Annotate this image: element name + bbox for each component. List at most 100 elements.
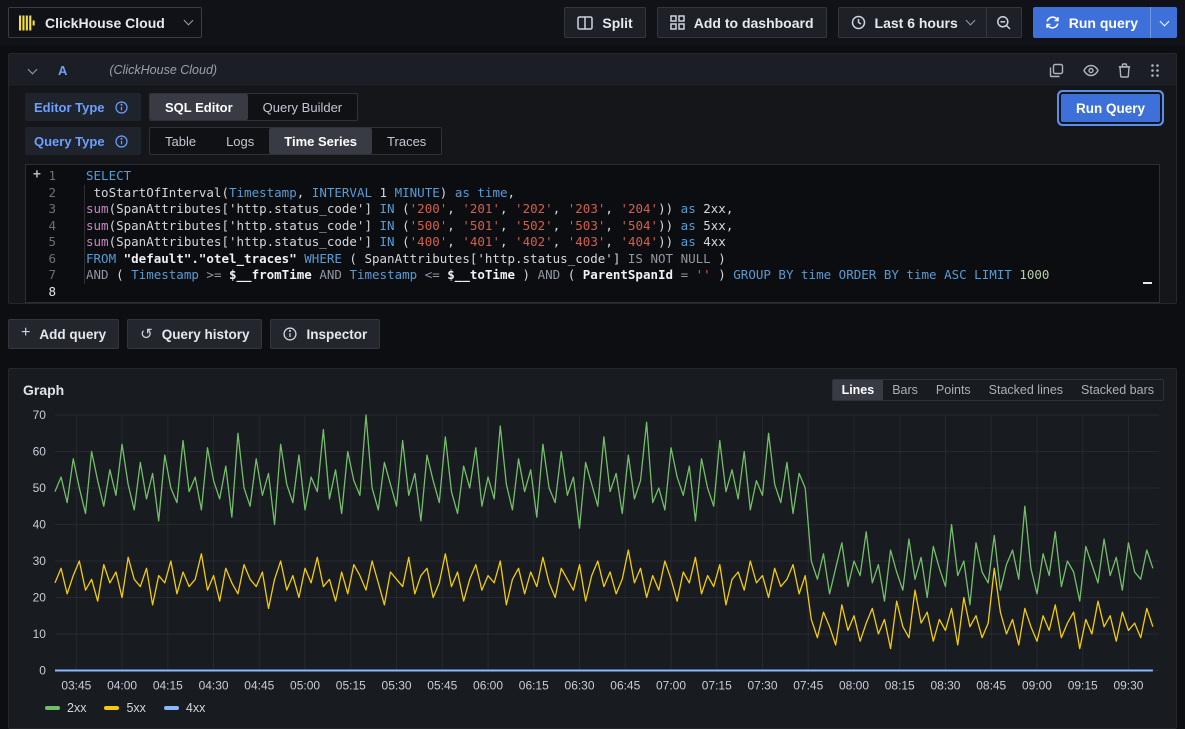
query-type-option-time-series[interactable]: Time Series [269, 128, 372, 154]
svg-text:06:30: 06:30 [565, 678, 595, 692]
code-line: 4sum(SpanAttributes['http.status_code'] … [26, 218, 1159, 235]
query-type-option-traces[interactable]: Traces [372, 128, 441, 154]
legend-item-5xx[interactable]: 5xx [104, 701, 145, 715]
split-button[interactable]: Split [564, 7, 645, 38]
editor-type-option-query-builder[interactable]: Query Builder [248, 94, 357, 120]
drag-handle-icon[interactable] [1150, 63, 1160, 78]
svg-text:05:45: 05:45 [427, 678, 457, 692]
code-line: 7AND ( Timestamp >= $__fromTime AND Time… [26, 267, 1159, 284]
svg-text:0: 0 [39, 664, 46, 678]
run-query-options-button[interactable] [1150, 7, 1177, 38]
svg-text:07:00: 07:00 [656, 678, 686, 692]
chart-area: 01020304050607003:4504:0004:1504:3004:45… [9, 403, 1176, 715]
topbar-actions: Split Add to dashboard Last 6 hours [564, 7, 1177, 38]
panel-title: Graph [23, 382, 64, 398]
info-icon[interactable] [115, 101, 128, 114]
explore-actions: + Add query ↺ Query history Inspector [8, 319, 1177, 349]
query-row-actions [1049, 63, 1160, 78]
code-line: 6FROM "default"."otel_traces" WHERE ( Sp… [26, 251, 1159, 268]
graph-mode-stacked-bars[interactable]: Stacked bars [1072, 380, 1163, 400]
topbar: ClickHouse Cloud Split Add to dashboard [0, 0, 1185, 45]
legend-swatch [164, 706, 179, 710]
eye-icon[interactable] [1083, 64, 1099, 77]
svg-text:06:15: 06:15 [519, 678, 549, 692]
svg-text:05:00: 05:00 [290, 678, 320, 692]
query-history-button[interactable]: ↺ Query history [127, 319, 262, 349]
graph-mode-bars[interactable]: Bars [883, 380, 927, 400]
split-icon [577, 16, 593, 30]
svg-text:08:30: 08:30 [931, 678, 961, 692]
legend-item-2xx[interactable]: 2xx [45, 701, 86, 715]
refresh-icon [1045, 15, 1060, 30]
sql-code-editor[interactable]: + 1SELECT2 toStartOfInterval(Timestamp, … [25, 164, 1160, 303]
svg-text:03:45: 03:45 [61, 678, 91, 692]
svg-text:04:30: 04:30 [199, 678, 229, 692]
editor-type-toggle: SQL EditorQuery Builder [149, 93, 358, 121]
graph-mode-points[interactable]: Points [927, 380, 980, 400]
svg-text:04:45: 04:45 [244, 678, 274, 692]
code-line: 5sum(SpanAttributes['http.status_code'] … [26, 234, 1159, 251]
info-icon[interactable] [115, 135, 128, 148]
svg-text:09:30: 09:30 [1114, 678, 1144, 692]
svg-text:08:00: 08:00 [839, 678, 869, 692]
svg-text:70: 70 [33, 408, 47, 422]
indent-guide [84, 185, 85, 284]
svg-text:10: 10 [33, 627, 47, 641]
svg-text:60: 60 [33, 444, 47, 458]
query-type-toggle: TableLogsTime SeriesTraces [149, 127, 442, 155]
dashboard-grid-icon [670, 15, 685, 30]
datasource-hint: (ClickHouse Cloud) [109, 63, 217, 77]
time-range-picker[interactable]: Last 6 hours [839, 8, 986, 37]
code-line: 2 toStartOfInterval(Timestamp, INTERVAL … [26, 185, 1159, 202]
svg-text:06:00: 06:00 [473, 678, 503, 692]
query-type-option-logs[interactable]: Logs [211, 128, 269, 154]
inspector-button[interactable]: Inspector [270, 319, 380, 349]
svg-text:30: 30 [33, 554, 47, 568]
code-line: 8 [26, 284, 1159, 301]
code-line: 3sum(SpanAttributes['http.status_code'] … [26, 201, 1159, 218]
svg-text:06:45: 06:45 [610, 678, 640, 692]
duplicate-icon[interactable] [1049, 63, 1064, 78]
add-to-dashboard-button[interactable]: Add to dashboard [657, 7, 827, 38]
add-query-button[interactable]: + Add query [8, 319, 119, 349]
trash-icon[interactable] [1118, 63, 1131, 78]
collapse-chevron-icon[interactable] [28, 64, 38, 74]
zoom-out-button[interactable] [987, 8, 1021, 37]
legend-swatch [104, 706, 119, 710]
time-controls: Last 6 hours [838, 7, 1022, 38]
datasource-picker[interactable]: ClickHouse Cloud [8, 7, 202, 38]
graph-mode-stacked-lines[interactable]: Stacked lines [980, 380, 1072, 400]
chart-legend: 2xx 5xx 4xx [21, 700, 1164, 715]
svg-text:05:30: 05:30 [382, 678, 412, 692]
svg-text:07:15: 07:15 [702, 678, 732, 692]
run-query-inline-button[interactable]: Run Query [1061, 94, 1160, 122]
run-query-button[interactable]: Run query [1033, 7, 1150, 38]
svg-text:09:15: 09:15 [1068, 678, 1098, 692]
graph-mode-lines[interactable]: Lines [833, 380, 884, 400]
magnifier-minus-icon [996, 15, 1012, 31]
svg-text:50: 50 [33, 481, 47, 495]
svg-text:08:15: 08:15 [885, 678, 915, 692]
legend-item-4xx[interactable]: 4xx [164, 701, 205, 715]
query-type-option-table[interactable]: Table [150, 128, 211, 154]
plus-icon: + [21, 325, 30, 341]
svg-text:20: 20 [33, 591, 47, 605]
svg-text:40: 40 [33, 517, 47, 531]
info-icon [283, 327, 297, 341]
svg-text:07:45: 07:45 [793, 678, 823, 692]
svg-text:04:00: 04:00 [107, 678, 137, 692]
query-type-label: Query Type [25, 127, 141, 155]
run-query-split-button: Run query [1033, 7, 1177, 38]
timeseries-chart[interactable]: 01020304050607003:4504:0004:1504:3004:45… [21, 405, 1164, 700]
datasource-label: ClickHouse Cloud [45, 15, 165, 31]
editor-type-option-sql-editor[interactable]: SQL Editor [150, 94, 248, 120]
svg-text:08:45: 08:45 [976, 678, 1006, 692]
add-line-icon[interactable]: + [33, 167, 41, 184]
svg-text:05:15: 05:15 [336, 678, 366, 692]
chevron-down-icon [965, 16, 975, 26]
code-line: 1SELECT [26, 168, 1159, 185]
clickhouse-logo-icon [18, 14, 36, 32]
query-editor-panel: A (ClickHouse Cloud) [8, 53, 1177, 304]
query-row-body: Editor Type SQL EditorQuery Builder Run … [9, 87, 1176, 303]
legend-swatch [45, 706, 60, 710]
